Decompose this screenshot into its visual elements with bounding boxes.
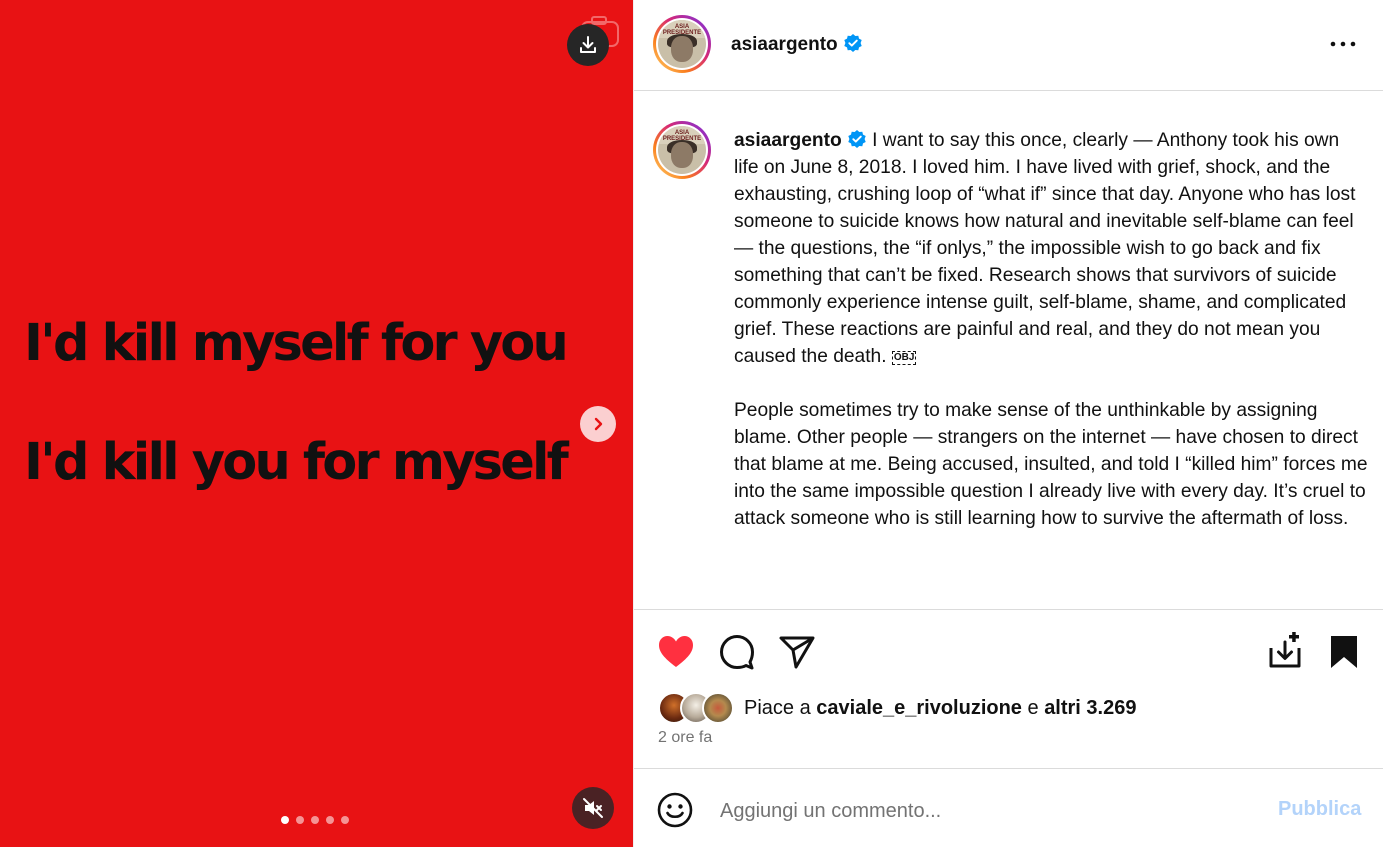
emoji-icon[interactable] [656, 791, 694, 829]
post-author[interactable]: asiaargento [731, 33, 863, 56]
caption-section: ASIA PRESIDENTE asiaargento I want to sa… [634, 91, 1383, 609]
post-side-panel: ASIA PRESIDENTE asiaargento ASIA PRESIDE… [633, 0, 1383, 847]
likes-text: Piace a caviale_e_rivoluzione e altri 3.… [744, 696, 1137, 719]
avatar[interactable]: ASIA PRESIDENTE [653, 15, 711, 73]
like-heart-icon[interactable] [656, 632, 696, 672]
caption-text: I want to say this once, clearly — Antho… [734, 130, 1356, 367]
carousel-dot [326, 816, 334, 824]
next-slide-button[interactable] [580, 406, 616, 442]
comment-bar: Pubblica [634, 768, 1383, 848]
speaker-muted-icon [583, 798, 603, 818]
carousel-dot [341, 816, 349, 824]
save-to-collection-icon[interactable] [1265, 632, 1305, 672]
other-likes-link[interactable]: altri 3.269 [1044, 697, 1136, 719]
chevron-right-icon [594, 417, 603, 431]
post-timestamp[interactable]: 2 ore fa [658, 729, 712, 747]
mute-button[interactable] [572, 787, 614, 829]
post-actions: Piace a caviale_e_rivoluzione e altri 3.… [634, 609, 1383, 770]
verified-badge-icon [848, 130, 866, 148]
comment-input[interactable] [718, 791, 1242, 831]
carousel-dot [311, 816, 319, 824]
object-replacement-glyph: OBJ [891, 351, 917, 365]
share-icon[interactable] [777, 632, 817, 672]
media-text-line-1: I'd kill myself for you [24, 314, 569, 373]
post-media: I'd kill myself for you I'd kill you for… [0, 0, 633, 847]
caption-paragraph-2: People sometimes try to make sense of th… [734, 400, 1368, 529]
bookmark-icon[interactable] [1324, 632, 1364, 672]
download-button[interactable] [567, 24, 609, 66]
username[interactable]: asiaargento [731, 34, 838, 55]
carousel-dot [281, 816, 289, 824]
carousel-dot [296, 816, 304, 824]
verified-badge-icon [843, 34, 862, 52]
media-text-line-2: I'd kill you for myself [24, 433, 569, 492]
caption-username[interactable]: asiaargento [734, 130, 842, 151]
likes-summary: Piace a caviale_e_rivoluzione e altri 3.… [658, 692, 1136, 724]
publish-button[interactable]: Pubblica [1278, 798, 1361, 821]
download-icon [580, 36, 596, 53]
more-options-icon[interactable] [1328, 34, 1358, 54]
post-header: ASIA PRESIDENTE asiaargento [634, 0, 1383, 91]
liker-username-link[interactable]: caviale_e_rivoluzione [816, 697, 1022, 719]
avatar[interactable]: ASIA PRESIDENTE [653, 121, 711, 179]
carousel-indicators [281, 816, 349, 824]
post-caption: asiaargento I want to say this once, cle… [734, 127, 1369, 532]
comment-icon[interactable] [717, 632, 757, 672]
liker-avatar[interactable] [702, 692, 734, 724]
